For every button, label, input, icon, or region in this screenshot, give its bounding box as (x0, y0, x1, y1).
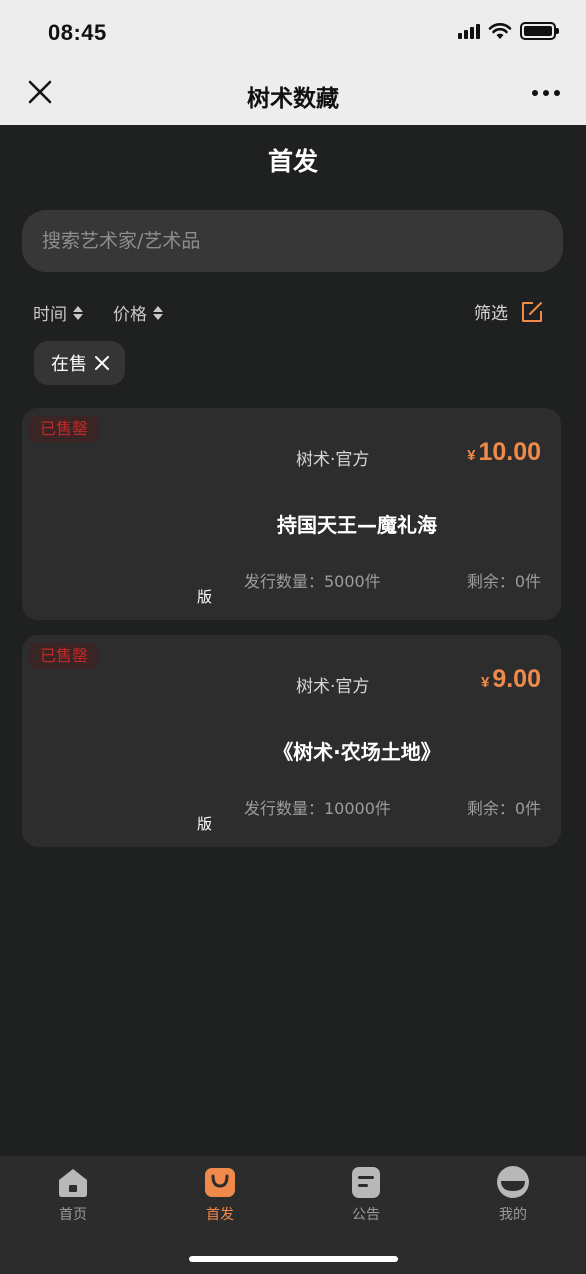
filter-button[interactable]: 筛选 (474, 299, 544, 324)
sort-by-price[interactable]: 价格 (113, 300, 163, 325)
page-title: 首发 (267, 147, 318, 176)
tab-launch[interactable]: 首发 (180, 1164, 260, 1224)
issuer-label: 树术·官方 (296, 450, 370, 470)
price: ¥10.00 (467, 438, 541, 467)
edition-tag: 版 (197, 588, 213, 606)
home-indicator (189, 1256, 398, 1262)
filter-label: 筛选 (474, 304, 508, 324)
tab-notice[interactable]: 公告 (326, 1164, 406, 1224)
sort-arrows-icon (153, 305, 163, 320)
product-name: 持国天王—魔礼海 (277, 513, 437, 537)
bag-icon (205, 1168, 235, 1197)
currency-symbol: ¥ (467, 447, 476, 464)
price-value: 9.00 (492, 665, 541, 693)
status-time: 08:45 (48, 20, 107, 45)
tab-label: 首发 (206, 1207, 234, 1223)
sold-out-badge: 已售罄 (30, 416, 99, 442)
tab-home[interactable]: 首页 (33, 1164, 113, 1224)
wifi-icon (488, 23, 512, 39)
supply-count: 发行数量：10000件 (244, 799, 391, 818)
tab-label: 公告 (352, 1207, 380, 1223)
sold-out-badge: 已售罄 (30, 643, 99, 669)
top-bar: 08:45 树术数藏 (0, 0, 586, 125)
tab-label: 首页 (59, 1207, 87, 1223)
search-bar (22, 210, 563, 272)
sort-arrows-icon (73, 305, 83, 320)
edit-filter-icon (522, 301, 542, 322)
currency-symbol: ¥ (480, 674, 490, 691)
sort-price-label: 价格 (113, 305, 147, 325)
sort-time-label: 时间 (33, 305, 67, 325)
product-card[interactable]: 已售罄 树术·官方 ¥10.00 持国天王—魔礼海 版 发行数量：5000件 剩… (22, 408, 561, 620)
search-input[interactable] (42, 210, 522, 272)
product-card[interactable]: 已售罄 树术·官方 ¥9.00 《树术·农场土地》 版 发行数量：10000件 … (22, 635, 561, 847)
battery-icon (520, 22, 559, 40)
remaining-count: 剩余：0件 (466, 799, 541, 818)
nav-title: 树术数藏 (247, 86, 339, 112)
active-filter-chip[interactable]: 在售 (34, 341, 125, 385)
supply-count: 发行数量：5000件 (244, 572, 381, 591)
more-icon[interactable] (532, 90, 560, 96)
chip-label: 在售 (51, 354, 87, 375)
chip-close-icon[interactable] (95, 356, 109, 370)
signal-icon (458, 23, 480, 39)
issuer-label: 树术·官方 (296, 677, 370, 697)
price: ¥9.00 (481, 665, 541, 694)
product-name: 《树术·农场土地》 (273, 740, 441, 764)
tab-label: 我的 (499, 1207, 527, 1223)
profile-icon (497, 1166, 529, 1198)
price-value: 10.00 (478, 438, 541, 466)
tab-profile[interactable]: 我的 (473, 1164, 553, 1224)
edition-tag: 版 (197, 815, 213, 833)
status-icons (458, 22, 559, 40)
sort-by-time[interactable]: 时间 (33, 300, 83, 325)
notice-icon (352, 1167, 380, 1198)
sort-row: 时间 价格 (33, 300, 163, 325)
remaining-count: 剩余：0件 (466, 572, 541, 591)
home-icon (59, 1169, 87, 1197)
